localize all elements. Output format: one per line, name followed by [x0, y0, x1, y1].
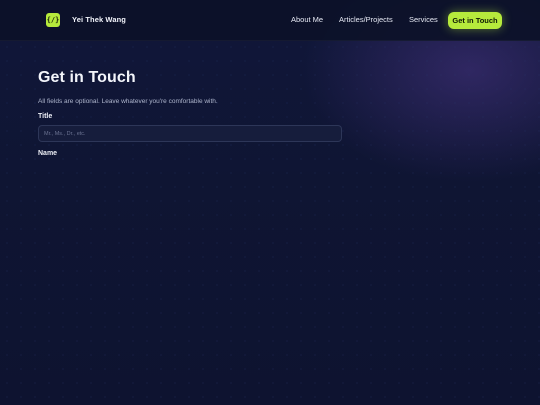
nav-services-link[interactable]: Services — [409, 15, 438, 24]
title-field-label: Title — [38, 113, 53, 120]
page-title: Get in Touch — [38, 69, 136, 86]
nav-about-link[interactable]: About Me — [291, 15, 323, 24]
nav-articles-link[interactable]: Articles/Projects — [339, 15, 393, 24]
site-header: {/} Yei Thek Wang About Me Articles/Proj… — [0, 0, 540, 41]
page: {/} Yei Thek Wang About Me Articles/Proj… — [0, 0, 540, 405]
contact-form-section: Get in Touch All fields are optional. Le… — [38, 68, 342, 158]
main-nav: About Me Articles/Projects Services Get … — [0, 0, 540, 41]
get-in-touch-button[interactable]: Get in Touch — [448, 12, 502, 29]
name-field-label: Name — [38, 150, 58, 157]
form-subtitle: All fields are optional. Leave whatever … — [38, 98, 218, 105]
title-input[interactable] — [38, 125, 342, 142]
